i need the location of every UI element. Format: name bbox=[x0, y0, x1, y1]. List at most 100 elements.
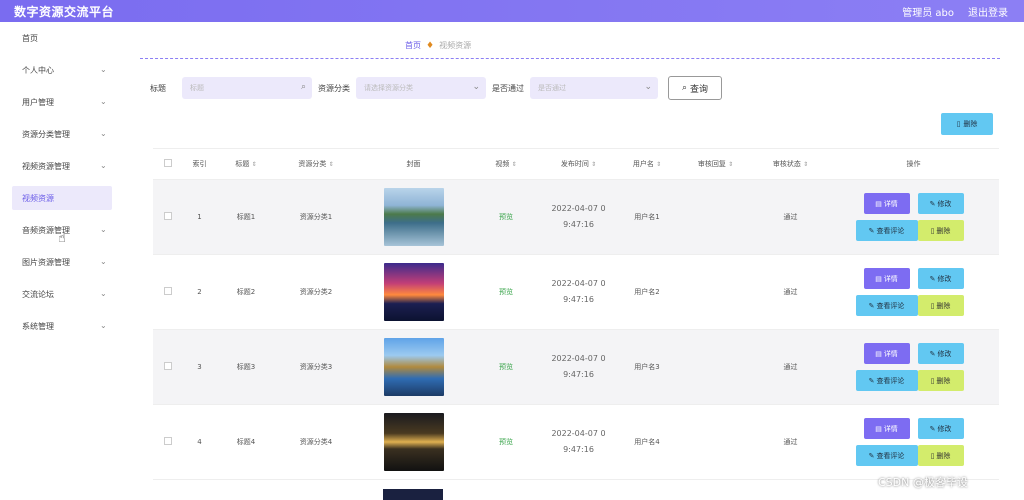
video-preview-link[interactable]: 预览 bbox=[499, 213, 513, 221]
row-checkbox[interactable] bbox=[164, 287, 172, 295]
app-title: 数字资源交流平台 bbox=[14, 4, 115, 19]
delete-button[interactable]: ▯ 删除 bbox=[917, 295, 964, 316]
document-icon: ▤ bbox=[875, 424, 882, 433]
detail-button[interactable]: ▤ 详情 bbox=[863, 418, 910, 439]
chevron-down-icon: ⌄ bbox=[472, 82, 480, 92]
sidebar-item[interactable]: 视频资源 bbox=[12, 186, 112, 210]
table-row: 2 标题2 资源分类2 预览 2022-04-07 0 9:47:16 用户名2 通过 ▤ 详情 ✎… bbox=[153, 255, 999, 330]
col-user[interactable]: 用户名 ⇕ bbox=[616, 159, 678, 169]
row-checkbox[interactable] bbox=[164, 212, 172, 220]
delete-button[interactable]: ▯ 删除 bbox=[917, 220, 964, 241]
video-preview-link[interactable]: 预览 bbox=[499, 288, 513, 296]
view-comments-button[interactable]: ✎ 查看评论 bbox=[855, 370, 918, 391]
pencil-icon: ✎ bbox=[929, 349, 936, 358]
sidebar-item-label: 用户管理 bbox=[22, 97, 54, 107]
query-button[interactable]: ⌕ 查询 bbox=[668, 76, 722, 100]
batch-delete-button[interactable]: ▯ 删除 bbox=[941, 113, 993, 135]
title-search-input[interactable]: 标题 ⌕ bbox=[182, 77, 312, 99]
category-select[interactable]: 请选择资源分类 ⌄ bbox=[356, 77, 486, 99]
edit-button[interactable]: ✎ 修改 bbox=[917, 268, 964, 289]
trash-icon: ▯ bbox=[930, 301, 935, 310]
batch-delete-label: 删除 bbox=[963, 120, 978, 128]
col-cover: 封面 bbox=[406, 160, 421, 168]
sidebar-item[interactable]: 视频资源管理 ⌄ bbox=[0, 150, 120, 182]
cell-user: 用户名3 bbox=[634, 363, 660, 371]
sidebar-item[interactable]: 个人中心 ⌄ bbox=[0, 54, 120, 86]
title-filter-label: 标题 bbox=[150, 83, 166, 93]
row-checkbox[interactable] bbox=[164, 362, 172, 370]
sidebar-item-label: 视频资源 bbox=[22, 193, 54, 203]
cover-thumbnail bbox=[383, 338, 444, 396]
breadcrumb-current: 视频资源 bbox=[439, 41, 472, 50]
trash-icon: ▯ bbox=[930, 376, 935, 385]
pencil-icon: ✎ bbox=[929, 199, 936, 208]
sidebar-item[interactable]: 用户管理 ⌄ bbox=[0, 86, 120, 118]
filter-bar: 标题 标题 ⌕ 资源分类 请选择资源分类 ⌄ 是否通过 是否通过 ⌄ ⌕ 查询 bbox=[150, 76, 722, 100]
audit-select[interactable]: 是否通过 ⌄ bbox=[530, 77, 658, 99]
view-comments-button[interactable]: ✎ 查看评论 bbox=[855, 295, 918, 316]
table-row: 1 标题1 资源分类1 预览 2022-04-07 0 9:47:16 用户名1 通过 ▤ 详情 ✎… bbox=[153, 180, 999, 255]
view-comments-button[interactable]: ✎ 查看评论 bbox=[855, 445, 918, 466]
col-status[interactable]: 审核状态 ⇕ bbox=[753, 159, 828, 169]
chevron-down-icon: ⌄ bbox=[100, 65, 107, 74]
search-icon: ⌕ bbox=[681, 83, 688, 93]
cell-status: 通过 bbox=[783, 363, 798, 371]
detail-button[interactable]: ▤ 详情 bbox=[863, 343, 910, 364]
detail-button[interactable]: ▤ 详情 bbox=[863, 193, 910, 214]
pencil-icon: ✎ bbox=[929, 424, 936, 433]
cell-status: 通过 bbox=[783, 438, 798, 446]
cell-time-clock: 9:47:16 bbox=[563, 445, 594, 454]
pencil-icon: ✎ bbox=[929, 274, 936, 283]
edit-button[interactable]: ✎ 修改 bbox=[917, 418, 964, 439]
cover-thumbnail bbox=[383, 489, 443, 500]
col-category[interactable]: 资源分类 ⇕ bbox=[276, 159, 356, 169]
video-preview-link[interactable]: 预览 bbox=[499, 438, 513, 446]
cell-index: 4 bbox=[197, 438, 202, 446]
cell-time-clock: 9:47:16 bbox=[563, 370, 594, 379]
view-comments-button[interactable]: ✎ 查看评论 bbox=[855, 220, 918, 241]
sidebar: 首页 个人中心 ⌄ 用户管理 ⌄ 资源分类管理 ⌄ 视频资源管理 ⌄ 视频资源 音频资源管理 ⌄ 图片资… bbox=[0, 22, 120, 500]
detail-button[interactable]: ▤ 详情 bbox=[863, 268, 910, 289]
delete-button[interactable]: ▯ 删除 bbox=[917, 370, 964, 391]
col-title[interactable]: 标题 ⇕ bbox=[216, 159, 276, 169]
sidebar-item[interactable]: 资源分类管理 ⌄ bbox=[0, 118, 120, 150]
chevron-down-icon: ⌄ bbox=[100, 129, 107, 138]
sidebar-item[interactable]: 图片资源管理 ⌄ bbox=[0, 246, 120, 278]
delete-button[interactable]: ▯ 删除 bbox=[917, 445, 964, 466]
admin-user[interactable]: 管理员 abo bbox=[902, 4, 954, 19]
edit-button[interactable]: ✎ 修改 bbox=[917, 343, 964, 364]
top-bar: 数字资源交流平台 管理员 abo 退出登录 bbox=[0, 0, 1024, 22]
edit-button[interactable]: ✎ 修改 bbox=[917, 193, 964, 214]
cell-index: 1 bbox=[197, 213, 202, 221]
row-checkbox[interactable] bbox=[164, 437, 172, 445]
cell-category: 资源分类2 bbox=[299, 288, 333, 296]
cell-category: 资源分类4 bbox=[299, 438, 333, 446]
table-row: 3 标题3 资源分类3 预览 2022-04-07 0 9:47:16 用户名3 通过 ▤ 详情 ✎… bbox=[153, 330, 999, 405]
chevron-down-icon: ⌄ bbox=[100, 97, 107, 106]
chevron-down-icon: ⌄ bbox=[100, 161, 107, 170]
sidebar-item[interactable]: 交流论坛 ⌄ bbox=[0, 278, 120, 310]
mouse-cursor-icon: ☝ bbox=[58, 231, 66, 246]
col-time[interactable]: 发布时间 ⇕ bbox=[541, 159, 616, 169]
col-video[interactable]: 视频 ⇕ bbox=[471, 159, 541, 169]
breadcrumb-home[interactable]: 首页 bbox=[405, 40, 421, 51]
select-all-checkbox[interactable] bbox=[164, 159, 172, 167]
fire-icon: ♦ bbox=[426, 40, 435, 51]
cell-time-date: 2022-04-07 0 bbox=[551, 279, 606, 288]
sort-icon: ⇕ bbox=[511, 161, 517, 168]
trash-icon: ▯ bbox=[956, 120, 961, 128]
pencil-icon: ✎ bbox=[868, 226, 875, 235]
cell-time-date: 2022-04-07 0 bbox=[551, 354, 606, 363]
sidebar-item[interactable]: 系统管理 ⌄ bbox=[0, 310, 120, 342]
table-header: 索引 标题 ⇕ 资源分类 ⇕ 封面 视频 ⇕ 发布时间 ⇕ 用户名 ⇕ 审核回复… bbox=[153, 148, 999, 180]
cell-title: 标题4 bbox=[236, 438, 256, 446]
video-preview-link[interactable]: 预览 bbox=[499, 363, 513, 371]
chevron-down-icon: ⌄ bbox=[644, 82, 652, 92]
trash-icon: ▯ bbox=[930, 226, 935, 235]
cell-time-date: 2022-04-07 0 bbox=[551, 204, 606, 213]
cell-title: 标题2 bbox=[236, 288, 256, 296]
cell-title: 标题3 bbox=[236, 363, 256, 371]
col-reply[interactable]: 审核回复 ⇕ bbox=[678, 159, 753, 169]
logout-link[interactable]: 退出登录 bbox=[968, 4, 1008, 19]
sidebar-item[interactable]: 首页 bbox=[0, 22, 120, 54]
